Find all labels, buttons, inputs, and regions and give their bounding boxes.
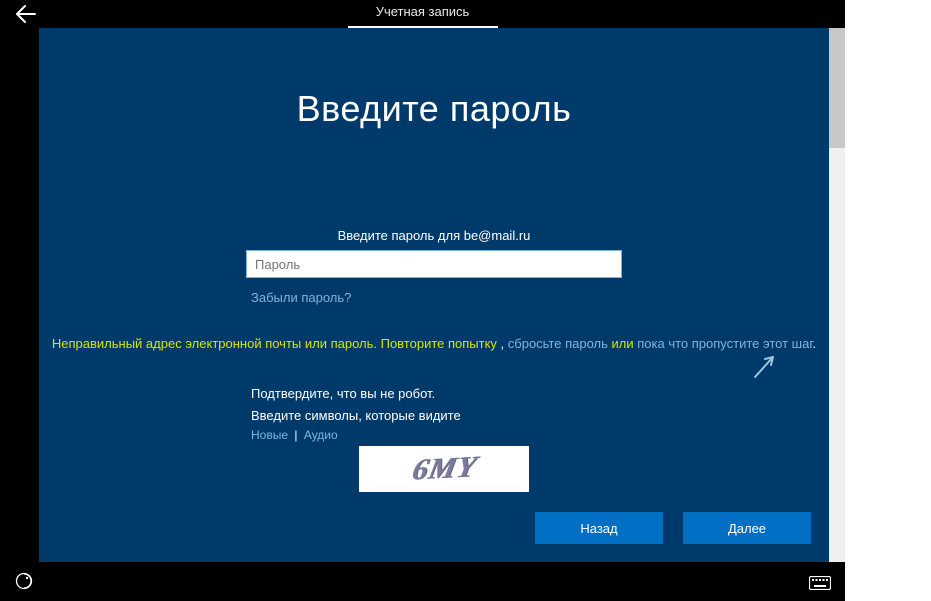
tab-account[interactable]: Учетная запись — [348, 4, 498, 25]
bottom-bar — [0, 562, 845, 601]
password-input[interactable] — [246, 250, 622, 278]
error-message: Неправильный адрес электронной почты или… — [39, 336, 829, 351]
oobe-window: Учетная запись Введите пароль Введите па… — [0, 0, 845, 601]
ease-of-access-icon[interactable] — [14, 571, 34, 591]
back-arrow-icon[interactable] — [14, 4, 38, 24]
error-comma: , — [497, 336, 508, 351]
captcha-links: Новые | Аудио — [251, 428, 338, 442]
captcha-confirm-label: Подтвердите, что вы не робот. — [251, 386, 435, 401]
captcha-instruction: Введите символы, которые видите — [251, 408, 461, 423]
page-title: Введите пароль — [39, 88, 829, 130]
back-button[interactable]: Назад — [535, 512, 663, 544]
scrollbar-track[interactable] — [829, 28, 845, 562]
captcha-separator: | — [294, 428, 297, 442]
error-or: или — [608, 336, 637, 351]
reset-password-link[interactable]: сбросьте пароль — [508, 336, 608, 351]
forgot-password-link[interactable]: Забыли пароль? — [251, 290, 351, 305]
next-button[interactable]: Далее — [683, 512, 811, 544]
content-panel: Введите пароль Введите пароль для be@mai… — [39, 28, 829, 562]
annotation-arrow-icon — [747, 353, 777, 383]
captcha-new-link[interactable]: Новые — [251, 428, 288, 442]
captcha-audio-link[interactable]: Аудио — [304, 428, 338, 442]
error-dot: . — [812, 336, 816, 351]
password-prompt: Введите пароль для be@mail.ru — [39, 228, 829, 243]
scrollbar-thumb[interactable] — [829, 28, 845, 148]
captcha-image: 6MY — [359, 446, 529, 492]
title-bar: Учетная запись — [0, 0, 845, 28]
skip-step-link[interactable]: пока что пропустите этот шаг — [637, 336, 812, 351]
keyboard-icon[interactable] — [809, 575, 831, 591]
error-text: Неправильный адрес электронной почты или… — [52, 336, 497, 351]
captcha-text: 6MY — [409, 450, 479, 487]
